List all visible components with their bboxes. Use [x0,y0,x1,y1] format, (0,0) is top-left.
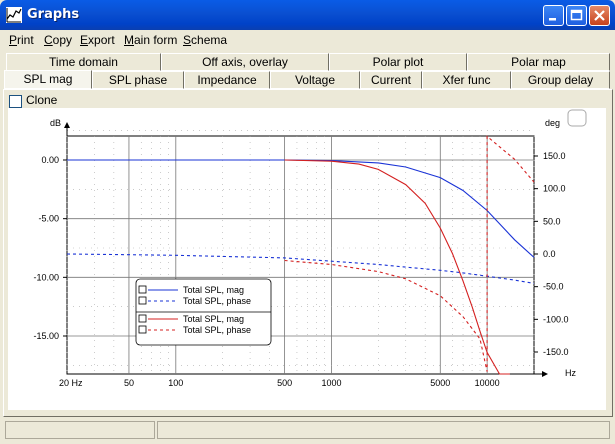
y-left-tick-label: 0.00 [41,155,59,165]
x-tick-label: 50 [124,378,134,388]
y-left-tick-label: -10.00 [33,272,59,282]
x-tick-label: 5000 [430,378,450,388]
tab-spl-mag[interactable]: SPL mag [4,70,92,89]
legend-label: Total SPL, phase [183,325,251,335]
clone-label: Clone [26,93,58,107]
y-right-tick-label: -50.0 [543,282,564,292]
x-axis-unit-label: Hz [565,368,576,378]
maximize-button[interactable] [566,5,587,26]
spl-graph: dB deg Hz 0.00 -5.00 -10.00 -15.00 150.0 100.0 50… [8,108,606,410]
close-icon [594,10,605,21]
clone-checkbox[interactable] [9,95,22,108]
title-bar[interactable]: Graphs [0,0,615,30]
legend-checkbox [138,285,147,294]
y-right-tick-label: 50.0 [543,216,561,226]
minimize-icon [549,18,556,21]
status-bar [3,421,612,440]
tab-xfer-func[interactable]: Xfer func [422,71,511,89]
spl-chart[interactable]: dB deg Hz 0.00 -5.00 -10.00 -15.00 150.0 100.0 50… [8,108,606,410]
graphs-window: Graphs Print Copy Export Main form Schem… [0,0,615,444]
tab-voltage[interactable]: Voltage [270,71,360,89]
close-button[interactable] [589,5,610,26]
y-right-axis-label: deg [545,118,560,128]
y-right-tick-label: -150.0 [543,347,569,357]
y-right-tick-label: 0.0 [543,249,556,259]
status-pane-1 [5,421,155,439]
menu-print-label: rint [17,33,34,47]
y-right-tick-label: 150.0 [543,151,566,161]
x-tick-label: 10000 [475,378,500,388]
legend-label: Total SPL, phase [183,296,251,306]
legend-checkbox [138,314,147,323]
y-right-tick-label: -100.0 [543,314,569,324]
window-title: Graphs [27,7,80,22]
menu-copy[interactable]: Copy [44,33,72,47]
menu-main-form[interactable]: Main form [124,33,177,47]
x-tick-label: 1000 [321,378,341,388]
tab-polar-plot[interactable]: Polar plot [329,53,467,71]
x-tick-label: 100 [168,378,183,388]
y-right-tick-label: 100.0 [543,184,566,194]
menu-print[interactable]: Print [9,33,34,47]
graph-options-button [567,109,587,127]
y-left-tick-label: -5.00 [38,214,59,224]
tab-polar-map[interactable]: Polar map [467,53,610,71]
graph-app-icon [6,7,22,23]
tab-group-delay[interactable]: Group delay [511,71,610,89]
x-tick-label: 20 Hz [59,378,83,388]
tab-spl-phase[interactable]: SPL phase [92,71,184,89]
x-tick-label: 500 [277,378,292,388]
legend-checkbox [138,296,147,305]
tab-current[interactable]: Current [360,71,422,89]
tab-time-domain[interactable]: Time domain [6,53,161,71]
legend-label: Total SPL, mag [183,314,244,324]
tab-impedance[interactable]: Impedance [184,71,270,89]
y-left-axis-label: dB [50,118,61,128]
menu-bar: Print Copy Export Main form Schema [3,30,612,49]
legend-label: Total SPL, mag [183,285,244,295]
legend-checkbox [138,325,147,334]
menu-export[interactable]: Export [80,33,115,47]
minimize-button[interactable] [543,5,564,26]
maximize-icon [570,9,583,21]
y-left-tick-label: -15.00 [33,331,59,341]
status-pane-2 [157,421,610,439]
tab-off-axis-overlay[interactable]: Off axis, overlay [161,53,329,71]
menu-schema[interactable]: Schema [183,33,227,47]
